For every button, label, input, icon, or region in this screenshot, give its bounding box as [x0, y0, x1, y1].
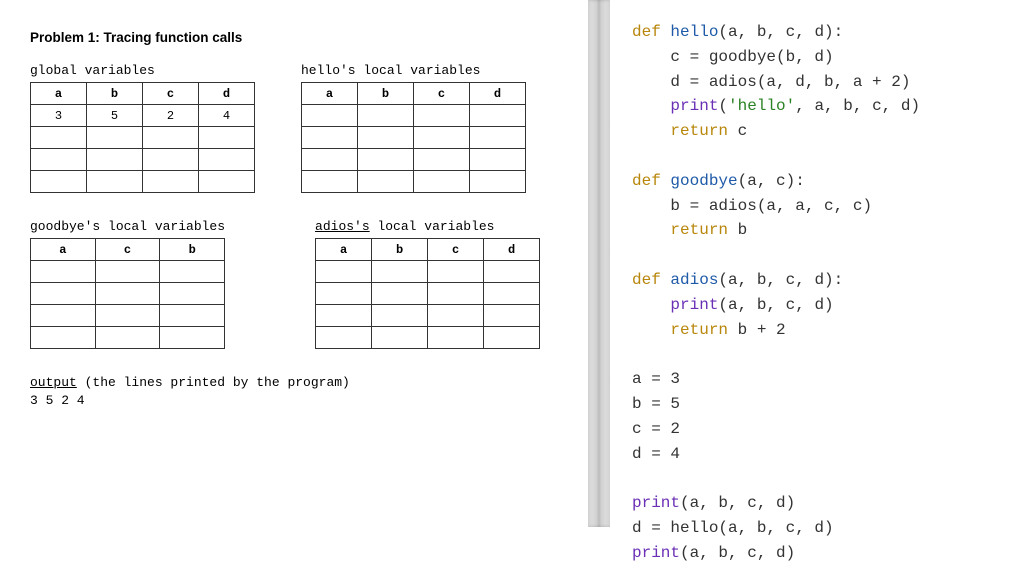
col-header: b	[87, 83, 143, 105]
table-row: 3524	[31, 105, 255, 127]
table-row	[31, 261, 225, 283]
problem-title: Problem 1: Tracing function calls	[30, 30, 558, 45]
hello-table-block: hello's local variables a b c d	[301, 63, 526, 193]
goodbye-table-block: goodbye's local variables a c b	[30, 219, 225, 349]
hello-table-label: hello's local variables	[301, 63, 526, 78]
table-row	[302, 127, 526, 149]
table-row	[302, 105, 526, 127]
table-row	[316, 305, 540, 327]
table-row	[316, 327, 540, 349]
goodbye-table-label: goodbye's local variables	[30, 219, 225, 234]
col-header: c	[143, 83, 199, 105]
table-row	[316, 261, 540, 283]
col-header: a	[316, 239, 372, 261]
tables-row-1: global variables a b c d 3524 hello's lo…	[30, 63, 558, 193]
col-header: c	[414, 83, 470, 105]
table-row	[31, 149, 255, 171]
table-row	[302, 149, 526, 171]
adios-table-block: adios's local variables a b c d	[315, 219, 540, 349]
adios-table: a b c d	[315, 238, 540, 349]
global-table-label: global variables	[30, 63, 255, 78]
global-table-block: global variables a b c d 3524	[30, 63, 255, 193]
col-header: d	[470, 83, 526, 105]
output-label: output (the lines printed by the program…	[30, 375, 558, 390]
table-row	[31, 171, 255, 193]
global-table: a b c d 3524	[30, 82, 255, 193]
worksheet-pane: Problem 1: Tracing function calls global…	[0, 0, 588, 527]
table-row	[31, 327, 225, 349]
table-row	[316, 283, 540, 305]
hello-table: a b c d	[301, 82, 526, 193]
col-header: c	[428, 239, 484, 261]
table-row	[302, 171, 526, 193]
table-row	[31, 305, 225, 327]
col-header: b	[160, 239, 225, 261]
col-header: a	[31, 239, 96, 261]
col-header: a	[302, 83, 358, 105]
col-header: b	[358, 83, 414, 105]
table-row	[31, 127, 255, 149]
adios-table-label: adios's local variables	[315, 219, 540, 234]
col-header: d	[484, 239, 540, 261]
col-header: a	[31, 83, 87, 105]
page-divider	[588, 0, 610, 527]
table-row	[31, 283, 225, 305]
col-header: b	[372, 239, 428, 261]
col-header: d	[199, 83, 255, 105]
goodbye-table: a c b	[30, 238, 225, 349]
tables-row-2: goodbye's local variables a c b adios's …	[30, 219, 558, 349]
col-header: c	[95, 239, 160, 261]
code-pane: def hello(a, b, c, d): c = goodbye(b, d)…	[610, 0, 1024, 527]
output-lines: 3 5 2 4	[30, 393, 558, 408]
